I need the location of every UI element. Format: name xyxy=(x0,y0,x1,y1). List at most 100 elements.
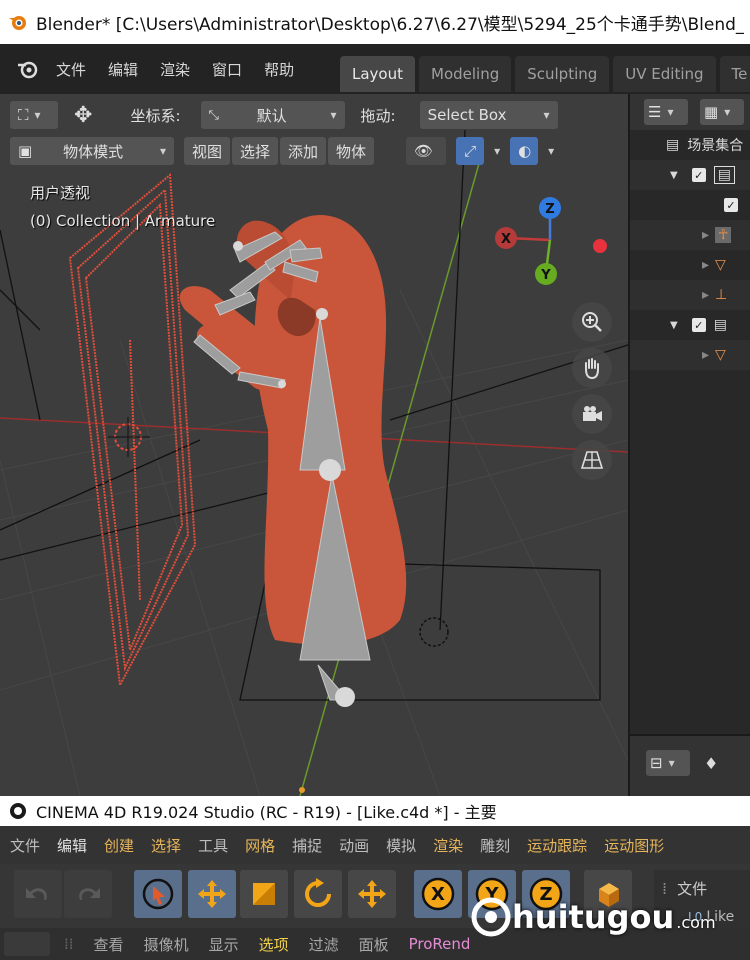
menu-view[interactable]: 视图 xyxy=(184,137,231,165)
overlay-toggle-button[interactable]: ◐ xyxy=(510,137,539,165)
c4d-menu-render[interactable]: 渲染 xyxy=(433,835,463,856)
c4d-view-icon[interactable] xyxy=(4,932,50,956)
zoom-icon[interactable] xyxy=(572,302,612,342)
c4d-options-menu[interactable]: 选项 xyxy=(259,934,289,955)
outliner-pose-row[interactable]: ▸ ▽ xyxy=(630,250,750,280)
tab-texture-paint[interactable]: Te xyxy=(719,56,750,92)
chevron-down-icon: ▾ xyxy=(34,108,41,122)
c4d-prorender-menu[interactable]: ProRend xyxy=(409,935,471,953)
chevron-down-icon[interactable]: ▾ xyxy=(548,144,554,158)
outliner-scene-collection[interactable]: ▤ 场景集合 xyxy=(630,130,750,160)
viewport-header-row2: ▣ 物体模式 ▾ 视图 选择 添加 物体 👁 ⤢ ▾ ◐ ▾ xyxy=(10,136,554,166)
camera-view-icon[interactable] xyxy=(572,394,612,434)
blender-window-titlebar: Blender* [C:\Users\Administrator\Desktop… xyxy=(0,0,750,44)
transform-icon xyxy=(358,880,386,908)
axes-icon: ⤡ xyxy=(208,107,219,123)
pan-hand-icon[interactable] xyxy=(572,348,612,388)
expand-icon[interactable]: ▼ xyxy=(670,170,678,181)
gizmo-x-label: X xyxy=(501,232,511,247)
c4d-menu-sculpt[interactable]: 雕刻 xyxy=(480,835,510,856)
c4d-menu-mograph[interactable]: 运动图形 xyxy=(604,835,664,856)
gizmo-toggle-button[interactable]: ⤢ xyxy=(456,137,485,165)
checkbox-icon[interactable]: ✓ xyxy=(724,198,738,212)
coord-system-dropdown[interactable]: ⤡ 默认 ▾ xyxy=(200,101,345,129)
c4d-menu-tools[interactable]: 工具 xyxy=(198,835,228,856)
outliner-mesh-row[interactable]: ▸ ▽ xyxy=(630,340,750,370)
outliner-collection-row-2[interactable]: ▼ ✓ ▤ xyxy=(630,310,750,340)
tab-sculpting[interactable]: Sculpting xyxy=(515,56,610,92)
undo-icon xyxy=(26,888,47,900)
collection-box-icon: ▤ xyxy=(666,137,680,153)
wrench-icon[interactable]: ♦ xyxy=(704,754,718,773)
move-tool-button[interactable] xyxy=(188,870,236,918)
armature-icon: ☥ xyxy=(715,227,732,243)
perspective-grid-icon[interactable] xyxy=(572,440,612,480)
rotate-tool-button[interactable] xyxy=(294,870,342,918)
workspace-tabs: Layout Modeling Sculpting UV Editing Te xyxy=(340,56,750,92)
c4d-menubar: 文件 编辑 创建 选择 工具 网格 捕捉 动画 模拟 渲染 雕刻 运动跟踪 运动… xyxy=(0,826,750,864)
outliner-bone-row[interactable]: ▸ ⊥ xyxy=(630,280,750,310)
c4d-menu-create[interactable]: 创建 xyxy=(104,835,134,856)
navigation-gizmo[interactable]: Z X Y xyxy=(486,194,576,294)
c4d-menu-select[interactable]: 选择 xyxy=(151,835,181,856)
blender-logo-icon xyxy=(9,16,26,30)
c4d-filter-menu[interactable]: 过滤 xyxy=(309,934,339,955)
chevron-down-icon[interactable]: ▾ xyxy=(494,144,500,158)
c4d-menu-simulate[interactable]: 模拟 xyxy=(386,835,416,856)
visibility-eye-button[interactable]: 👁 xyxy=(406,137,447,165)
c4d-window-title: CINEMA 4D R19.024 Studio (RC - R19) - [L… xyxy=(36,803,497,822)
transform-pivot-button[interactable]: ⛶ ▾ xyxy=(10,101,58,129)
chevron-down-icon: ▾ xyxy=(543,108,550,122)
c4d-menu-mesh[interactable]: 网格 xyxy=(245,835,275,856)
scale-tool-button[interactable] xyxy=(240,870,288,918)
c4d-menu-animate[interactable]: 动画 xyxy=(339,835,369,856)
filter-dropdown[interactable]: ▦ ▾ xyxy=(700,99,744,125)
transform-tool-button[interactable] xyxy=(348,870,396,918)
c4d-menu-file[interactable]: 文件 xyxy=(10,835,40,856)
move-arrows-icon[interactable]: ✥ xyxy=(74,103,92,128)
watermark: huitugou .com xyxy=(470,896,716,938)
menu-edit[interactable]: 编辑 xyxy=(108,59,138,80)
c4d-menu-snap[interactable]: 捕捉 xyxy=(292,835,322,856)
mode-dropdown[interactable]: ▣ 物体模式 ▾ xyxy=(10,137,174,165)
editor-type-dropdown[interactable]: ⊟ ▾ xyxy=(646,750,690,776)
menu-add[interactable]: 添加 xyxy=(280,137,327,165)
redo-button[interactable] xyxy=(64,870,112,918)
tab-modeling[interactable]: Modeling xyxy=(419,56,512,92)
display-mode-dropdown[interactable]: ☰ ▾ xyxy=(644,99,688,125)
drag-dropdown[interactable]: Select Box ▾ xyxy=(419,101,558,129)
c4d-camera-menu[interactable]: 摄像机 xyxy=(144,934,189,955)
menu-window[interactable]: 窗口 xyxy=(212,59,242,80)
checkbox-icon[interactable]: ✓ xyxy=(691,318,706,332)
mesh-icon: ▽ xyxy=(715,347,726,363)
menu-file[interactable]: 文件 xyxy=(56,59,86,80)
blender-menu-logo-icon[interactable] xyxy=(16,57,40,81)
outliner-row[interactable]: ✓ xyxy=(630,190,750,220)
menu-select[interactable]: 选择 xyxy=(232,137,279,165)
menu-render[interactable]: 渲染 xyxy=(160,59,190,80)
tab-uv-editing[interactable]: UV Editing xyxy=(613,56,716,92)
bone-icon: ⊥ xyxy=(715,287,728,303)
menu-object[interactable]: 物体 xyxy=(328,137,375,165)
expand-icon[interactable]: ▼ xyxy=(670,320,678,331)
c4d-display-menu[interactable]: 显示 xyxy=(209,934,239,955)
tab-layout[interactable]: Layout xyxy=(340,56,415,92)
c4d-view-menu[interactable]: 查看 xyxy=(94,934,124,955)
checkbox-icon[interactable]: ✓ xyxy=(691,168,706,182)
grip-icon: ⁞⁞ xyxy=(64,935,74,953)
menu-help[interactable]: 帮助 xyxy=(264,59,294,80)
live-selection-button[interactable] xyxy=(134,870,182,918)
mode-value: 物体模式 xyxy=(63,142,124,161)
outliner-armature-row[interactable]: ▸ ☥ xyxy=(630,220,750,250)
3d-viewport[interactable]: 用户透视 (0) Collection | Armature Z X Y xyxy=(0,94,628,796)
area-light xyxy=(68,172,197,689)
c4d-panel-menu[interactable]: 面板 xyxy=(359,934,389,955)
outliner-collection-row[interactable]: ▼ ✓ ▤ xyxy=(630,160,750,190)
light-indicator xyxy=(593,239,607,253)
gizmo-z-label: Z xyxy=(545,202,554,217)
c4d-menu-edit[interactable]: 编辑 xyxy=(57,835,87,856)
axis-x-button[interactable]: X xyxy=(414,870,462,918)
undo-button[interactable] xyxy=(14,870,62,918)
c4d-menu-motion-tracking[interactable]: 运动跟踪 xyxy=(527,835,587,856)
chevron-down-icon: ▾ xyxy=(159,144,166,158)
